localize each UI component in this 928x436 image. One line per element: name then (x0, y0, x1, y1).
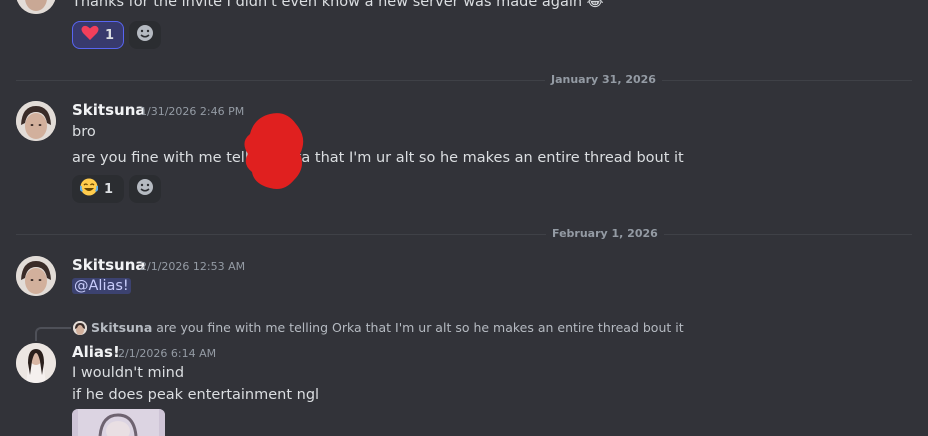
reaction-count: 1 (104, 181, 114, 197)
message-text: I wouldn't mind (72, 365, 185, 381)
message-text: Thanks for the invite I didn't even know… (72, 0, 604, 10)
user-mention[interactable]: @Alias! (72, 278, 131, 294)
add-reaction-button[interactable] (129, 21, 161, 49)
message-timestamp: 2/1/2026 6:14 AM (118, 347, 217, 360)
reply-preview[interactable]: Skitsuna are you fine with me telling Or… (73, 320, 684, 335)
heart-emoji-icon (81, 25, 99, 45)
message-timestamp: 1/31/2026 2:46 PM (140, 105, 245, 118)
reaction-heart[interactable]: 1 (72, 21, 124, 49)
reply-username[interactable]: Skitsuna (91, 320, 152, 335)
reaction-laughing[interactable]: 1 (72, 175, 124, 203)
username[interactable]: Skitsuna (72, 256, 146, 274)
avatar[interactable] (16, 256, 56, 296)
message-text: are you fine with me telling Orka that I… (72, 150, 684, 166)
reply-connector (35, 327, 71, 341)
laughing-emoji-icon (79, 178, 99, 200)
message-text: @Alias! (72, 278, 131, 294)
avatar[interactable] (16, 0, 56, 14)
date-divider (16, 234, 912, 235)
redaction-scribble (240, 110, 312, 198)
username[interactable]: Alias! (72, 343, 120, 361)
smiley-icon (136, 24, 154, 46)
smiley-icon (136, 178, 154, 200)
image-attachment[interactable] (72, 409, 165, 436)
date-divider-label: February 1, 2026 (546, 227, 664, 240)
date-divider-label: January 31, 2026 (545, 73, 662, 86)
reaction-count: 1 (105, 27, 115, 43)
avatar[interactable] (16, 343, 56, 383)
date-divider (16, 80, 912, 81)
username[interactable]: Skitsuna (72, 101, 146, 119)
message-text: bro (72, 124, 96, 140)
reply-text: are you fine with me telling Orka that I… (156, 320, 684, 335)
message-text: if he does peak entertainment ngl (72, 387, 320, 403)
add-reaction-button[interactable] (129, 175, 161, 203)
avatar[interactable] (16, 101, 56, 141)
message-timestamp: 2/1/2026 12:53 AM (140, 260, 246, 273)
reply-avatar (73, 320, 87, 335)
